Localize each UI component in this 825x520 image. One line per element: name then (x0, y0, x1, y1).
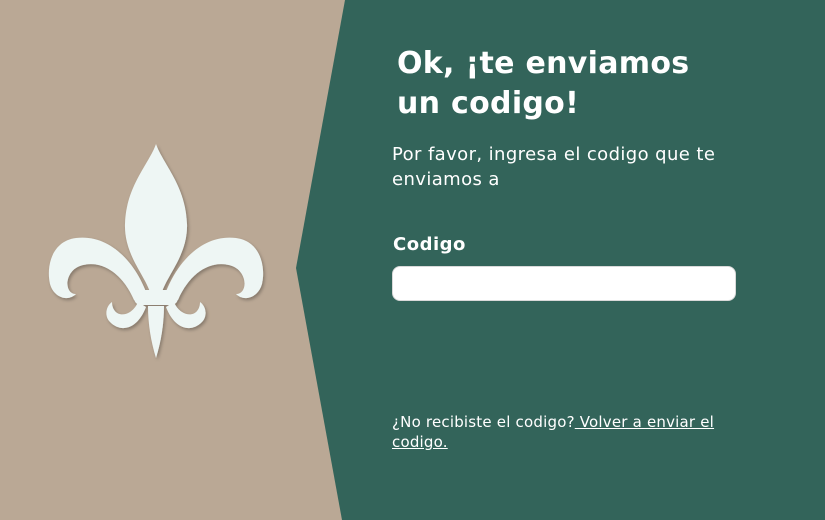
resend-prompt: ¿No recibiste el codigo? (392, 413, 575, 431)
resend-section: ¿No recibiste el codigo? Volver a enviar… (392, 412, 737, 452)
instructions-text: Por favor, ingresa el codigo que te envi… (392, 144, 716, 190)
fleur-de-lis-icon (46, 142, 268, 362)
code-input[interactable] (392, 266, 736, 301)
page: Ok, ¡te enviamos un codigo! Por favor, i… (0, 0, 825, 520)
verification-form: Ok, ¡te enviamos un codigo! Por favor, i… (392, 44, 752, 301)
code-label: Codigo (393, 234, 466, 255)
page-title: Ok, ¡te enviamos un codigo! (397, 46, 690, 121)
